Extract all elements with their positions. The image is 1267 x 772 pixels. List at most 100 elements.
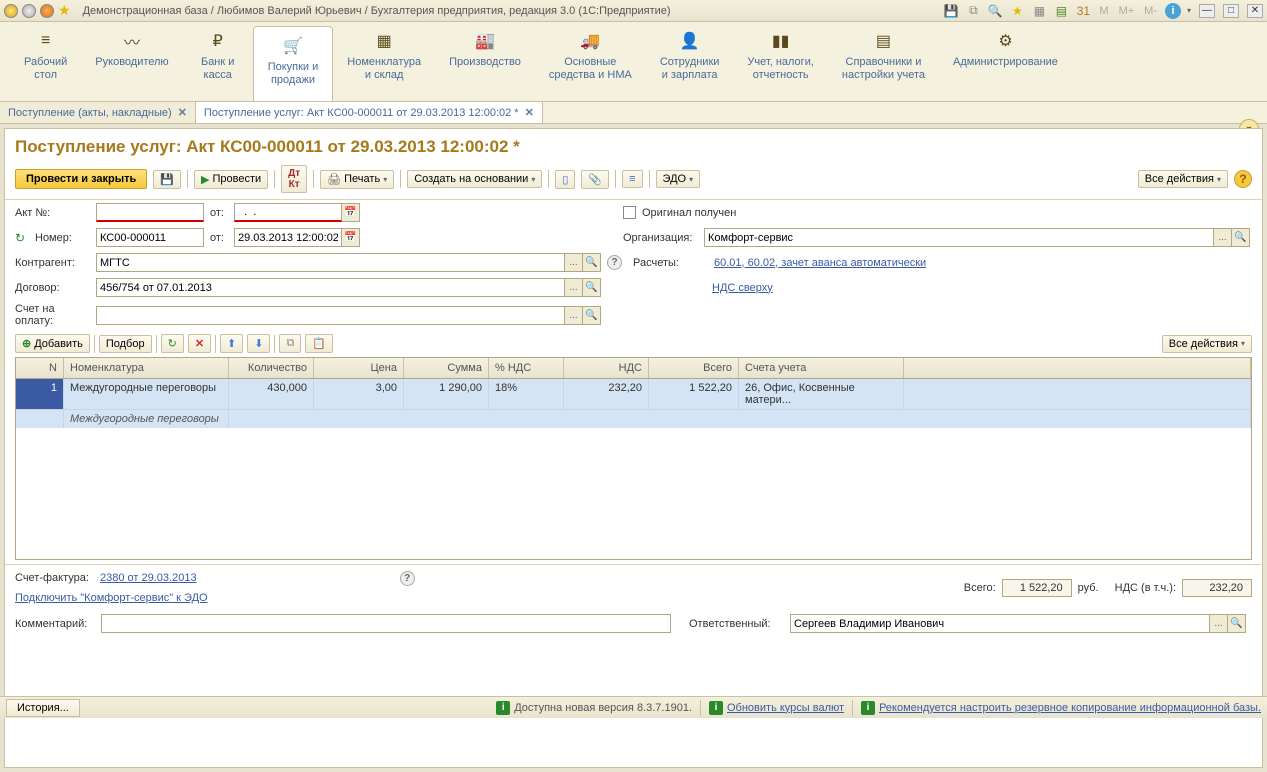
col-sum[interactable]: Сумма bbox=[404, 358, 489, 378]
tab-doc[interactable]: Поступление услуг: Акт КС00-000011 от 29… bbox=[196, 102, 543, 123]
search-icon[interactable]: 🔍 bbox=[583, 278, 601, 297]
grid-body[interactable]: 1 Междугородные переговоры 430,000 3,00 … bbox=[16, 379, 1251, 559]
original-checkbox[interactable] bbox=[623, 206, 636, 219]
resp-input[interactable] bbox=[790, 614, 1210, 633]
grid-icon[interactable]: ▦ bbox=[1031, 3, 1047, 19]
nds-link[interactable]: НДС сверху bbox=[712, 282, 773, 294]
mem-mplus[interactable]: M+ bbox=[1117, 5, 1137, 17]
print-button[interactable]: 🖨Печать▾ bbox=[320, 170, 394, 189]
comment-input[interactable] bbox=[101, 614, 671, 633]
col-total[interactable]: Всего bbox=[649, 358, 739, 378]
copy-button[interactable]: ⧉ bbox=[279, 334, 301, 353]
table-row[interactable]: 1 Междугородные переговоры 430,000 3,00 … bbox=[16, 379, 1251, 409]
cell-acct[interactable]: 26, Офис, Косвенные матери... bbox=[739, 379, 904, 409]
calc-icon[interactable]: ▤ bbox=[1053, 3, 1069, 19]
search-icon[interactable]: 🔍 bbox=[1228, 614, 1246, 633]
raschety-link[interactable]: 60.01, 60.02, зачет аванса автоматически bbox=[714, 257, 926, 269]
refresh-icon[interactable]: ↻ bbox=[15, 231, 29, 245]
col-price[interactable]: Цена bbox=[314, 358, 404, 378]
col-vatamt[interactable]: НДС bbox=[564, 358, 649, 378]
cell-sum[interactable]: 1 290,00 bbox=[404, 379, 489, 409]
nav-nomen[interactable]: ▦Номенклатура и склад bbox=[333, 22, 435, 101]
save-button[interactable]: 💾 bbox=[153, 170, 181, 189]
help-icon[interactable]: ? bbox=[400, 571, 415, 586]
add-row-button[interactable]: ⊕Добавить bbox=[15, 334, 90, 353]
cell-nom2[interactable]: Междугородные переговоры bbox=[64, 410, 229, 428]
close-icon[interactable]: ✕ bbox=[525, 106, 534, 119]
dogovor-input[interactable] bbox=[96, 278, 565, 297]
nav-sotr[interactable]: 👤Сотрудники и зарплата bbox=[646, 22, 734, 101]
copy-icon[interactable]: ⧉ bbox=[965, 3, 981, 19]
status-version[interactable]: iДоступна новая версия 8.3.7.1901. bbox=[496, 701, 692, 715]
info-icon[interactable]: i bbox=[1165, 3, 1181, 19]
mem-m[interactable]: M bbox=[1097, 5, 1110, 17]
nav-uchet[interactable]: ▮▮Учет, налоги, отчетность bbox=[733, 22, 827, 101]
cell-nom[interactable]: Междугородные переговоры bbox=[64, 379, 229, 409]
logo-1c-icon[interactable] bbox=[4, 4, 18, 18]
more-button[interactable]: ... bbox=[1214, 228, 1232, 247]
more-button[interactable]: ... bbox=[565, 278, 583, 297]
col-qty[interactable]: Количество bbox=[229, 358, 314, 378]
minimize-button[interactable]: — bbox=[1199, 4, 1215, 18]
nav-osn[interactable]: 🚚Основные средства и НМА bbox=[535, 22, 646, 101]
cell-vat[interactable]: 18% bbox=[489, 379, 564, 409]
nav-bank[interactable]: ₽Банк и касса bbox=[183, 22, 253, 101]
delete-row-button[interactable]: ✕ bbox=[188, 334, 211, 353]
nomer-date-input[interactable] bbox=[234, 228, 342, 247]
col-acct[interactable]: Счета учета bbox=[739, 358, 904, 378]
paste-button[interactable]: 📋 bbox=[305, 334, 333, 353]
cell-total[interactable]: 1 522,20 bbox=[649, 379, 739, 409]
search-icon[interactable]: 🔍 bbox=[583, 253, 601, 272]
refresh-grid-button[interactable]: ↻ bbox=[161, 334, 184, 353]
move-down-button[interactable]: ⬇ bbox=[247, 334, 270, 353]
cell-price[interactable]: 3,00 bbox=[314, 379, 404, 409]
nav-proizv[interactable]: 🏭Производство bbox=[435, 22, 535, 101]
move-up-button[interactable]: ⬆ bbox=[220, 334, 243, 353]
akt-number-input[interactable] bbox=[96, 203, 204, 222]
col-n[interactable]: N bbox=[16, 358, 64, 378]
close-window-button[interactable]: ✕ bbox=[1247, 4, 1263, 18]
podbor-button[interactable]: Подбор bbox=[99, 335, 152, 353]
edo-button[interactable]: ЭДО▾ bbox=[656, 170, 701, 188]
disk-icon[interactable]: 💾 bbox=[943, 3, 959, 19]
edo-link[interactable]: Подключить "Комфорт-сервис" к ЭДО bbox=[15, 592, 208, 604]
tab-list[interactable]: Поступление (акты, накладные) ✕ bbox=[0, 102, 196, 123]
more-button[interactable]: ... bbox=[1210, 614, 1228, 633]
all-actions-button[interactable]: Все действия▾ bbox=[1138, 170, 1228, 188]
calendar-icon[interactable]: 📅 bbox=[342, 228, 360, 247]
status-backup[interactable]: iРекомендуется настроить резервное копир… bbox=[861, 701, 1261, 715]
cell-vatamt[interactable]: 232,20 bbox=[564, 379, 649, 409]
kontragent-input[interactable] bbox=[96, 253, 565, 272]
nav-ruk[interactable]: 〰Руководителю bbox=[81, 22, 182, 101]
col-nom[interactable]: Номенклатура bbox=[64, 358, 229, 378]
col-vat[interactable]: % НДС bbox=[489, 358, 564, 378]
nav-fwd-icon[interactable] bbox=[40, 4, 54, 18]
nav-desktop[interactable]: ≡Рабочий стол bbox=[10, 22, 81, 101]
nomer-input[interactable] bbox=[96, 228, 204, 247]
org-input[interactable] bbox=[704, 228, 1214, 247]
nav-pokupki[interactable]: 🛒Покупки и продажи bbox=[253, 26, 334, 101]
cell-n[interactable]: 1 bbox=[16, 379, 64, 409]
favorite-icon[interactable]: ★ bbox=[58, 2, 71, 19]
search-icon[interactable]: 🔍 bbox=[987, 3, 1003, 19]
sf-link[interactable]: 2380 от 29.03.2013 bbox=[100, 572, 197, 584]
more-button[interactable]: ... bbox=[565, 306, 583, 325]
calendar-icon[interactable]: 31 bbox=[1075, 3, 1091, 19]
doc-button[interactable]: ▯ bbox=[555, 170, 575, 189]
search-icon[interactable]: 🔍 bbox=[1232, 228, 1250, 247]
status-rates[interactable]: iОбновить курсы валют bbox=[709, 701, 844, 715]
provesti-zakryt-button[interactable]: Провести и закрыть bbox=[15, 169, 147, 189]
help-icon[interactable]: ? bbox=[607, 255, 622, 270]
provesti-button[interactable]: ▶Провести bbox=[194, 170, 268, 189]
nav-sprav[interactable]: ▤Справочники и настройки учета bbox=[828, 22, 939, 101]
search-icon[interactable]: 🔍 bbox=[583, 306, 601, 325]
nav-admin[interactable]: ⚙Администрирование bbox=[939, 22, 1072, 101]
akt-date-input[interactable] bbox=[234, 203, 342, 222]
star-icon[interactable]: ★ bbox=[1009, 3, 1025, 19]
history-button[interactable]: История... bbox=[6, 699, 80, 717]
help-icon[interactable]: ? bbox=[1234, 170, 1252, 188]
nav-back-icon[interactable] bbox=[22, 4, 36, 18]
maximize-button[interactable]: □ bbox=[1223, 4, 1239, 18]
attach-button[interactable]: 📎 bbox=[581, 170, 609, 189]
mem-mminus[interactable]: M- bbox=[1142, 5, 1159, 17]
